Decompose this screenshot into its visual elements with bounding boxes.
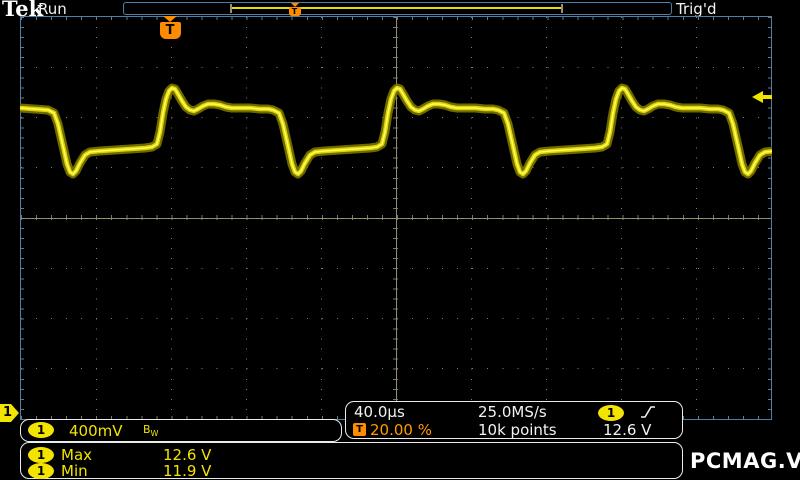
bandwidth-limit-icon: BW <box>143 422 158 442</box>
measurement-name: Min <box>61 462 88 480</box>
trigger-position-percent: 20.00 % <box>370 421 432 439</box>
record-waveform-line <box>232 7 562 9</box>
record-length: 10k points <box>478 421 557 439</box>
channel1-position-marker[interactable]: 1 <box>0 404 19 422</box>
time-per-div: 40.0µs <box>354 403 405 421</box>
channel1-scale: 400mV <box>69 422 123 440</box>
channel1-trace-glow <box>20 83 772 179</box>
rising-edge-icon <box>641 406 655 418</box>
channel1-badge: 1 <box>28 447 54 463</box>
sample-rate: 25.0MS/s <box>478 403 547 421</box>
horizontal-trigger-readout-box[interactable]: 40.0µs 25.0MS/s 1 T 20.00 % 10k points 1… <box>345 401 683 439</box>
trigger-level-arrow[interactable] <box>752 91 772 103</box>
trigger-t-icon: T <box>353 423 366 436</box>
channel1-badge: 1 <box>28 463 54 479</box>
bw-sub: W <box>150 429 159 439</box>
bw-main: B <box>143 423 151 436</box>
trigger-t-icon: T <box>159 22 181 39</box>
watermark: PCMAG.VN <box>690 449 800 473</box>
record-bracket-right <box>561 4 563 13</box>
record-trigger-marker[interactable]: T <box>288 3 301 16</box>
oscilloscope-screen: Tek Run Trig'd T T 1 1 400mV BW 40.0µs 2… <box>0 0 800 480</box>
waveform-trace <box>20 83 772 179</box>
channel1-readout-box[interactable]: 1 400mV BW <box>20 419 342 442</box>
record-bracket-left <box>230 4 232 13</box>
measurement-value: 11.9 V <box>163 462 212 480</box>
channel1-badge: 1 <box>28 422 54 438</box>
measurements-box[interactable]: 1 Max 12.6 V 1 Min 11.9 V <box>20 442 683 479</box>
measurement-name: Max <box>61 446 93 464</box>
trigger-source-badge: 1 <box>598 405 624 421</box>
measurement-value: 12.6 V <box>163 446 212 464</box>
trigger-position-marker[interactable]: T <box>159 16 181 39</box>
trigger-t-icon: T <box>288 7 301 16</box>
record-view-bar: T <box>123 2 672 16</box>
trigger-level: 12.6 V <box>603 421 652 439</box>
